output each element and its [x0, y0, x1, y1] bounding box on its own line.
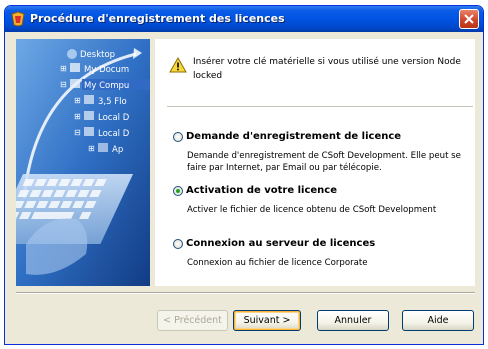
- svg-text:⊞: ⊞: [88, 144, 95, 153]
- wizard-content-panel: Insérer votre clé matérielle si vous uti…: [155, 39, 475, 286]
- option-title[interactable]: Demande d'enregistrement de licence: [186, 131, 401, 142]
- tree-label: My Compu: [84, 81, 129, 91]
- warning-icon: [169, 57, 187, 73]
- license-wizard-window: Procédure d'enregistrement des licences: [4, 5, 484, 345]
- tree-label: Desktop: [80, 50, 115, 60]
- tree-label: My Docum: [84, 65, 129, 75]
- radio-license-server[interactable]: [173, 239, 183, 249]
- svg-text:⊞: ⊞: [60, 64, 67, 73]
- content-divider: [167, 106, 473, 107]
- help-button[interactable]: Aide: [402, 310, 474, 331]
- button-divider: [16, 292, 475, 294]
- previous-button[interactable]: < Précédent: [157, 310, 228, 331]
- option-description: Activer le fichier de licence obtenu de …: [187, 205, 437, 215]
- tree-label: Local D: [98, 113, 130, 123]
- svg-text:⊞: ⊞: [74, 96, 81, 105]
- svg-text:⊟: ⊟: [60, 80, 67, 89]
- tree-label: Ap: [112, 145, 123, 155]
- option-description: Connexion au fichier de licence Corporat…: [187, 258, 368, 268]
- wizard-side-image: Desktop ⊞ My Docum ⊟ My Compu ⊞ 3,5 Flo: [16, 39, 150, 286]
- radio-license-activation[interactable]: [173, 186, 183, 196]
- app-icon: [11, 11, 25, 27]
- tree-label: Local D: [98, 129, 130, 139]
- svg-text:⊞: ⊞: [74, 112, 81, 121]
- option-description: Demande d'enregistrement de CSoft Develo…: [187, 151, 461, 173]
- radio-license-request[interactable]: [173, 132, 183, 142]
- tree-label: 3,5 Flo: [98, 97, 127, 107]
- cancel-button[interactable]: Annuler: [317, 310, 389, 331]
- next-button[interactable]: Suivant >: [233, 310, 301, 331]
- option-title[interactable]: Activation de votre licence: [186, 185, 337, 196]
- svg-text:⊟: ⊟: [74, 128, 81, 137]
- close-icon: [464, 14, 474, 24]
- window-title: Procédure d'enregistrement des licences: [30, 12, 285, 25]
- tree-item-desktop: Desktop: [67, 49, 115, 60]
- wizard-illustration: Desktop ⊞ My Docum ⊟ My Compu ⊞ 3,5 Flo: [16, 39, 150, 286]
- option-title[interactable]: Connexion au serveur de licences: [186, 238, 375, 249]
- title-bar[interactable]: Procédure d'enregistrement des licences: [5, 6, 483, 32]
- close-button[interactable]: [459, 9, 479, 29]
- warning-message: Insérer votre clé matérielle si vous uti…: [193, 57, 461, 81]
